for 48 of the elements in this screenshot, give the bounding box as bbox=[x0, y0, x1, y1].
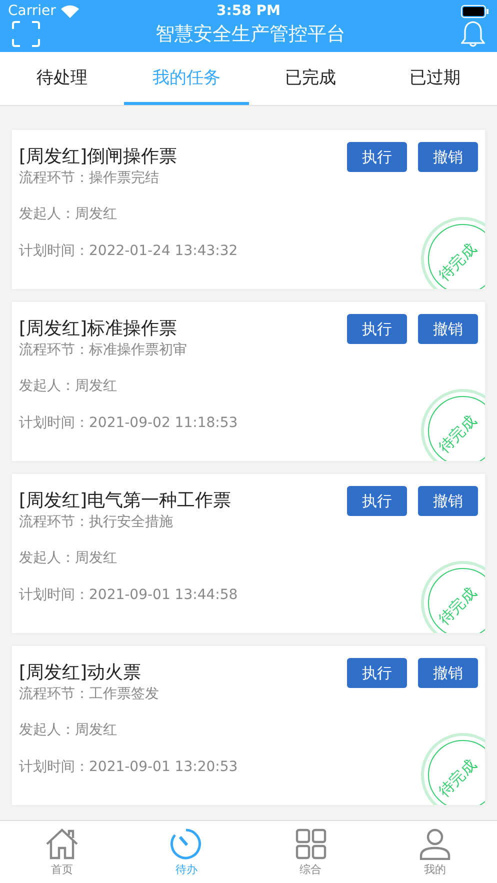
task-step: 流程环节：标准操作票初审 bbox=[19, 341, 187, 359]
nav-item[interactable]: 我的 bbox=[372, 821, 497, 883]
nav-item[interactable]: 综合 bbox=[248, 821, 373, 883]
action-button[interactable]: 撤销 bbox=[418, 142, 478, 172]
task-time: 计划时间：2021-09-02 11:18:53 bbox=[19, 414, 238, 432]
action-button[interactable]: 执行 bbox=[347, 142, 407, 172]
action-button[interactable]: 执行 bbox=[347, 658, 407, 688]
task-title: [周发红]标准操作票 bbox=[19, 317, 178, 340]
status-time: 3:58 PM bbox=[216, 3, 280, 19]
action-button[interactable]: 执行 bbox=[347, 486, 407, 516]
task-card[interactable]: [周发红]动火票 执行 撤销 流程环节：工作票签发 发起人：周发红 计划时间：2021-09-01 13:20:53 待完成 bbox=[12, 646, 485, 805]
task-initiator: 发起人：周发红 bbox=[19, 549, 117, 567]
timer-icon bbox=[170, 828, 202, 860]
scan-icon[interactable] bbox=[12, 21, 40, 47]
task-title: [周发红]电气第一种工作票 bbox=[19, 489, 232, 512]
carrier-label: Carrier bbox=[8, 3, 56, 19]
tab[interactable]: 已完成 bbox=[248, 52, 373, 105]
task-time: 计划时间：2021-09-01 13:20:53 bbox=[19, 758, 238, 776]
task-card[interactable]: [周发红]标准操作票 执行 撤销 流程环节：标准操作票初审 发起人：周发红 计划时间：2021-09-02 11:18:53 待完成 bbox=[12, 302, 485, 461]
task-card[interactable]: [周发红]倒闸操作票 执行 撤销 流程环节：操作票完结 发起人：周发红 计划时间：2022-01-24 13:43:32 待完成 bbox=[12, 130, 485, 289]
home-icon bbox=[45, 828, 80, 860]
task-time: 计划时间：2022-01-24 13:43:32 bbox=[19, 242, 238, 260]
task-card[interactable]: [周发红]电气第一种工作票 执行 撤销 流程环节：执行安全措施 发起人：周发红 计划时间：2021-09-01 13:44:58 待完成 bbox=[12, 474, 485, 633]
tab[interactable]: 我的任务 bbox=[124, 52, 248, 105]
task-title: [周发红]动火票 bbox=[19, 661, 142, 684]
task-time: 计划时间：2021-09-01 13:44:58 bbox=[19, 586, 238, 604]
tab[interactable]: 已过期 bbox=[372, 52, 497, 105]
action-button[interactable]: 撤销 bbox=[418, 314, 478, 344]
nav-item[interactable]: 首页 bbox=[0, 821, 124, 883]
tab[interactable]: 待处理 bbox=[0, 52, 124, 105]
header-title: 智慧安全生产管控平台 bbox=[156, 22, 346, 47]
task-initiator: 发起人：周发红 bbox=[19, 377, 117, 395]
action-button[interactable]: 撤销 bbox=[418, 486, 478, 516]
wifi-icon bbox=[60, 4, 79, 18]
bell-icon[interactable] bbox=[461, 20, 485, 48]
task-initiator: 发起人：周发红 bbox=[19, 205, 117, 223]
task-step: 流程环节：执行安全措施 bbox=[19, 513, 173, 531]
battery-icon bbox=[461, 4, 489, 18]
task-step: 流程环节：操作票完结 bbox=[19, 169, 159, 187]
action-button[interactable]: 执行 bbox=[347, 314, 407, 344]
nav-item[interactable]: 待办 bbox=[124, 821, 248, 883]
task-title: [周发红]倒闸操作票 bbox=[19, 145, 178, 168]
task-initiator: 发起人：周发红 bbox=[19, 721, 117, 739]
grid-icon bbox=[294, 828, 327, 860]
status-stamp: 待完成 bbox=[421, 733, 485, 805]
task-step: 流程环节：工作票签发 bbox=[19, 685, 159, 703]
person-icon bbox=[418, 828, 451, 860]
action-button[interactable]: 撤销 bbox=[418, 658, 478, 688]
